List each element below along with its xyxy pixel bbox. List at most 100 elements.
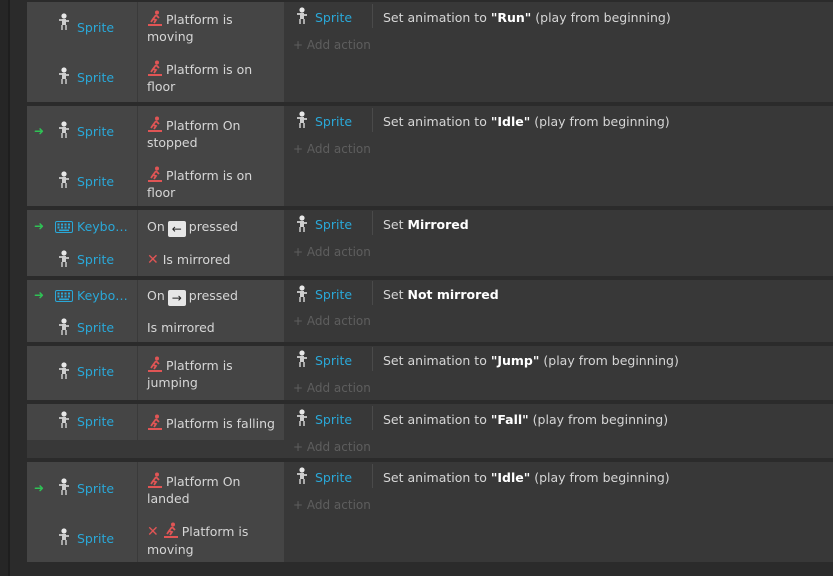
plus-icon: +: [293, 314, 307, 328]
condition-row[interactable]: ➜ Keybo… On ← pressed: [27, 210, 284, 243]
object-name[interactable]: Keybo…: [77, 288, 128, 303]
trigger-arrow-icon: ➜: [34, 481, 45, 495]
right-arrow-key: →: [167, 290, 186, 306]
condition-row[interactable]: Sprite Is mirrored: [27, 311, 284, 342]
sprite-icon: [57, 411, 71, 429]
platformer-behavior-icon: [147, 356, 163, 372]
condition-row[interactable]: Sprite Platform is on floor: [27, 156, 284, 206]
event-2-conditions: ➜ Sprite Platform On stopped Sprite Plat…: [27, 106, 284, 206]
object-name[interactable]: Sprite: [77, 364, 114, 379]
action-text[interactable]: Set animation to "Fall" (play from begin…: [383, 412, 668, 427]
add-action-button[interactable]: + Add action: [293, 440, 371, 454]
object-name[interactable]: Sprite: [77, 20, 114, 35]
action-text[interactable]: Set animation to "Idle" (play from begin…: [383, 470, 670, 485]
condition-row[interactable]: Sprite Platform is on floor: [27, 52, 284, 102]
sprite-icon: [295, 215, 309, 233]
object-name[interactable]: Sprite: [77, 70, 114, 85]
action-object-name[interactable]: Sprite: [315, 412, 352, 427]
action-text[interactable]: Set Not mirrored: [383, 287, 499, 302]
platformer-behavior-icon: [147, 116, 163, 132]
object-name[interactable]: Sprite: [77, 481, 114, 496]
condition-text: Platform is jumping: [147, 356, 233, 390]
sprite-icon: [295, 467, 309, 485]
condition-row[interactable]: ➜ Sprite Platform On landed: [27, 462, 284, 512]
condition-row[interactable]: ➜ Sprite Platform On stopped: [27, 106, 284, 156]
plus-icon: +: [293, 498, 307, 512]
event-4[interactable]: ➜ Keybo… On → pressed Sprite Is mirrored S…: [27, 280, 833, 342]
platformer-behavior-icon: [147, 472, 163, 488]
action-text[interactable]: Set Mirrored: [383, 217, 469, 232]
sprite-icon: [57, 67, 71, 85]
action-object-name[interactable]: Sprite: [315, 10, 352, 25]
condition-row[interactable]: Sprite Platform is jumping: [27, 346, 284, 400]
action-object-name[interactable]: Sprite: [315, 470, 352, 485]
platformer-behavior-icon: [147, 166, 163, 182]
sprite-icon: [57, 13, 71, 31]
condition-text: Is mirrored: [147, 320, 215, 335]
add-action-button[interactable]: + Add action: [293, 314, 371, 328]
condition-row[interactable]: Sprite ✕ Platform is moving: [27, 512, 284, 562]
object-name[interactable]: Sprite: [77, 531, 114, 546]
action-object-name[interactable]: Sprite: [315, 287, 352, 302]
event-7[interactable]: ➜ Sprite Platform On landed Sprite ✕ Plat…: [27, 462, 833, 562]
sprite-icon: [57, 171, 71, 189]
keyboard-icon: [55, 290, 73, 302]
sprite-icon: [295, 111, 309, 129]
event-4-conditions: ➜ Keybo… On → pressed Sprite Is mirrored: [27, 280, 284, 342]
condition-text: On ← pressed: [147, 219, 238, 237]
object-name[interactable]: Sprite: [77, 252, 114, 267]
plus-icon: +: [293, 440, 307, 454]
action-object-name[interactable]: Sprite: [315, 353, 352, 368]
condition-text: Platform is falling: [147, 414, 287, 432]
object-name[interactable]: Sprite: [77, 320, 114, 335]
event-2[interactable]: ➜ Sprite Platform On stopped Sprite Plat…: [27, 106, 833, 206]
object-name[interactable]: Sprite: [77, 174, 114, 189]
add-action-button[interactable]: + Add action: [293, 245, 371, 259]
trigger-arrow-icon: ➜: [34, 219, 45, 233]
condition-text: Platform On landed: [147, 472, 241, 506]
event-1[interactable]: Sprite Platform is moving Sprite Platfor…: [27, 2, 833, 102]
condition-row[interactable]: Sprite Platform is falling: [27, 404, 284, 440]
event-5[interactable]: Sprite Platform is jumping Sprite Set an…: [27, 346, 833, 400]
add-action-button[interactable]: + Add action: [293, 142, 371, 156]
object-name[interactable]: Keybo…: [77, 219, 128, 234]
plus-icon: +: [293, 381, 307, 395]
condition-text: Platform is on floor: [147, 60, 253, 94]
object-name[interactable]: Sprite: [77, 414, 114, 429]
condition-row[interactable]: ➜ Keybo… On → pressed: [27, 280, 284, 311]
add-action-button[interactable]: + Add action: [293, 38, 371, 52]
condition-row[interactable]: Sprite Platform is moving: [27, 2, 284, 52]
condition-row[interactable]: Sprite ✕ Is mirrored: [27, 243, 284, 276]
event-1-conditions: Sprite Platform is moving Sprite Platfor…: [27, 2, 284, 102]
sprite-icon: [57, 362, 71, 380]
sprite-icon: [57, 478, 71, 496]
invert-x-icon: ✕: [147, 252, 159, 268]
event-6-conditions: Sprite Platform is falling: [27, 404, 284, 440]
platformer-behavior-icon: [147, 60, 163, 76]
condition-text: On → pressed: [147, 288, 238, 306]
action-object-name[interactable]: Sprite: [315, 217, 352, 232]
trigger-arrow-icon: ➜: [34, 288, 45, 302]
sprite-icon: [295, 7, 309, 25]
platformer-behavior-icon: [147, 414, 163, 430]
object-name[interactable]: Sprite: [77, 124, 114, 139]
event-3[interactable]: ➜ Keybo… On ← pressed Sprite ✕ Is mirrored …: [27, 210, 833, 276]
action-text[interactable]: Set animation to "Run" (play from beginn…: [383, 10, 671, 25]
sprite-icon: [295, 285, 309, 303]
add-action-button[interactable]: + Add action: [293, 381, 371, 395]
action-text[interactable]: Set animation to "Idle" (play from begin…: [383, 114, 670, 129]
condition-text: Platform is moving: [147, 12, 233, 44]
event-6[interactable]: Sprite Platform is falling Sprite Set an…: [27, 404, 833, 458]
invert-x-icon: ✕: [147, 524, 159, 540]
event-sheet-gutter: [0, 0, 10, 576]
condition-text: Platform is on floor: [147, 166, 253, 200]
event-5-conditions: Sprite Platform is jumping: [27, 346, 284, 400]
action-text[interactable]: Set animation to "Jump" (play from begin…: [383, 353, 679, 368]
sprite-icon: [57, 121, 71, 139]
condition-text: Platform On stopped: [147, 116, 241, 150]
event-7-conditions: ➜ Sprite Platform On landed Sprite ✕ Plat…: [27, 462, 284, 562]
sprite-icon: [57, 318, 71, 336]
sprite-icon: [57, 250, 71, 268]
action-object-name[interactable]: Sprite: [315, 114, 352, 129]
add-action-button[interactable]: + Add action: [293, 498, 371, 512]
